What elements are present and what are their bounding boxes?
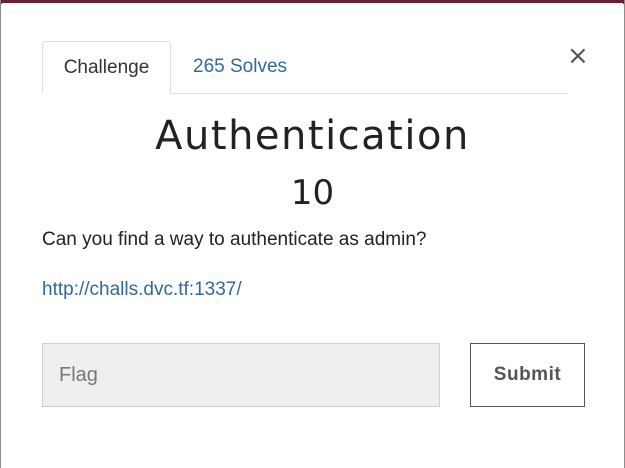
challenge-link[interactable]: http://challs.dvc.tf:1337/: [42, 279, 242, 301]
tab-challenge[interactable]: Challenge: [42, 41, 171, 94]
challenge-value: 10: [290, 173, 335, 213]
tab-bar: Challenge 265 Solves: [42, 41, 568, 94]
submit-button[interactable]: Submit: [470, 343, 585, 407]
left-edge: [0, 0, 1, 468]
challenge-modal: Challenge 265 Solves × Authentication 10…: [2, 3, 623, 468]
flag-input[interactable]: [42, 343, 440, 407]
challenge-description: Can you find a way to authenticate as ad…: [42, 229, 427, 250]
tab-solves[interactable]: 265 Solves: [193, 41, 287, 92]
challenge-name: Authentication: [155, 113, 470, 159]
challenge-page: Challenge 265 Solves × Authentication 10…: [0, 0, 625, 468]
close-icon[interactable]: ×: [567, 43, 589, 69]
